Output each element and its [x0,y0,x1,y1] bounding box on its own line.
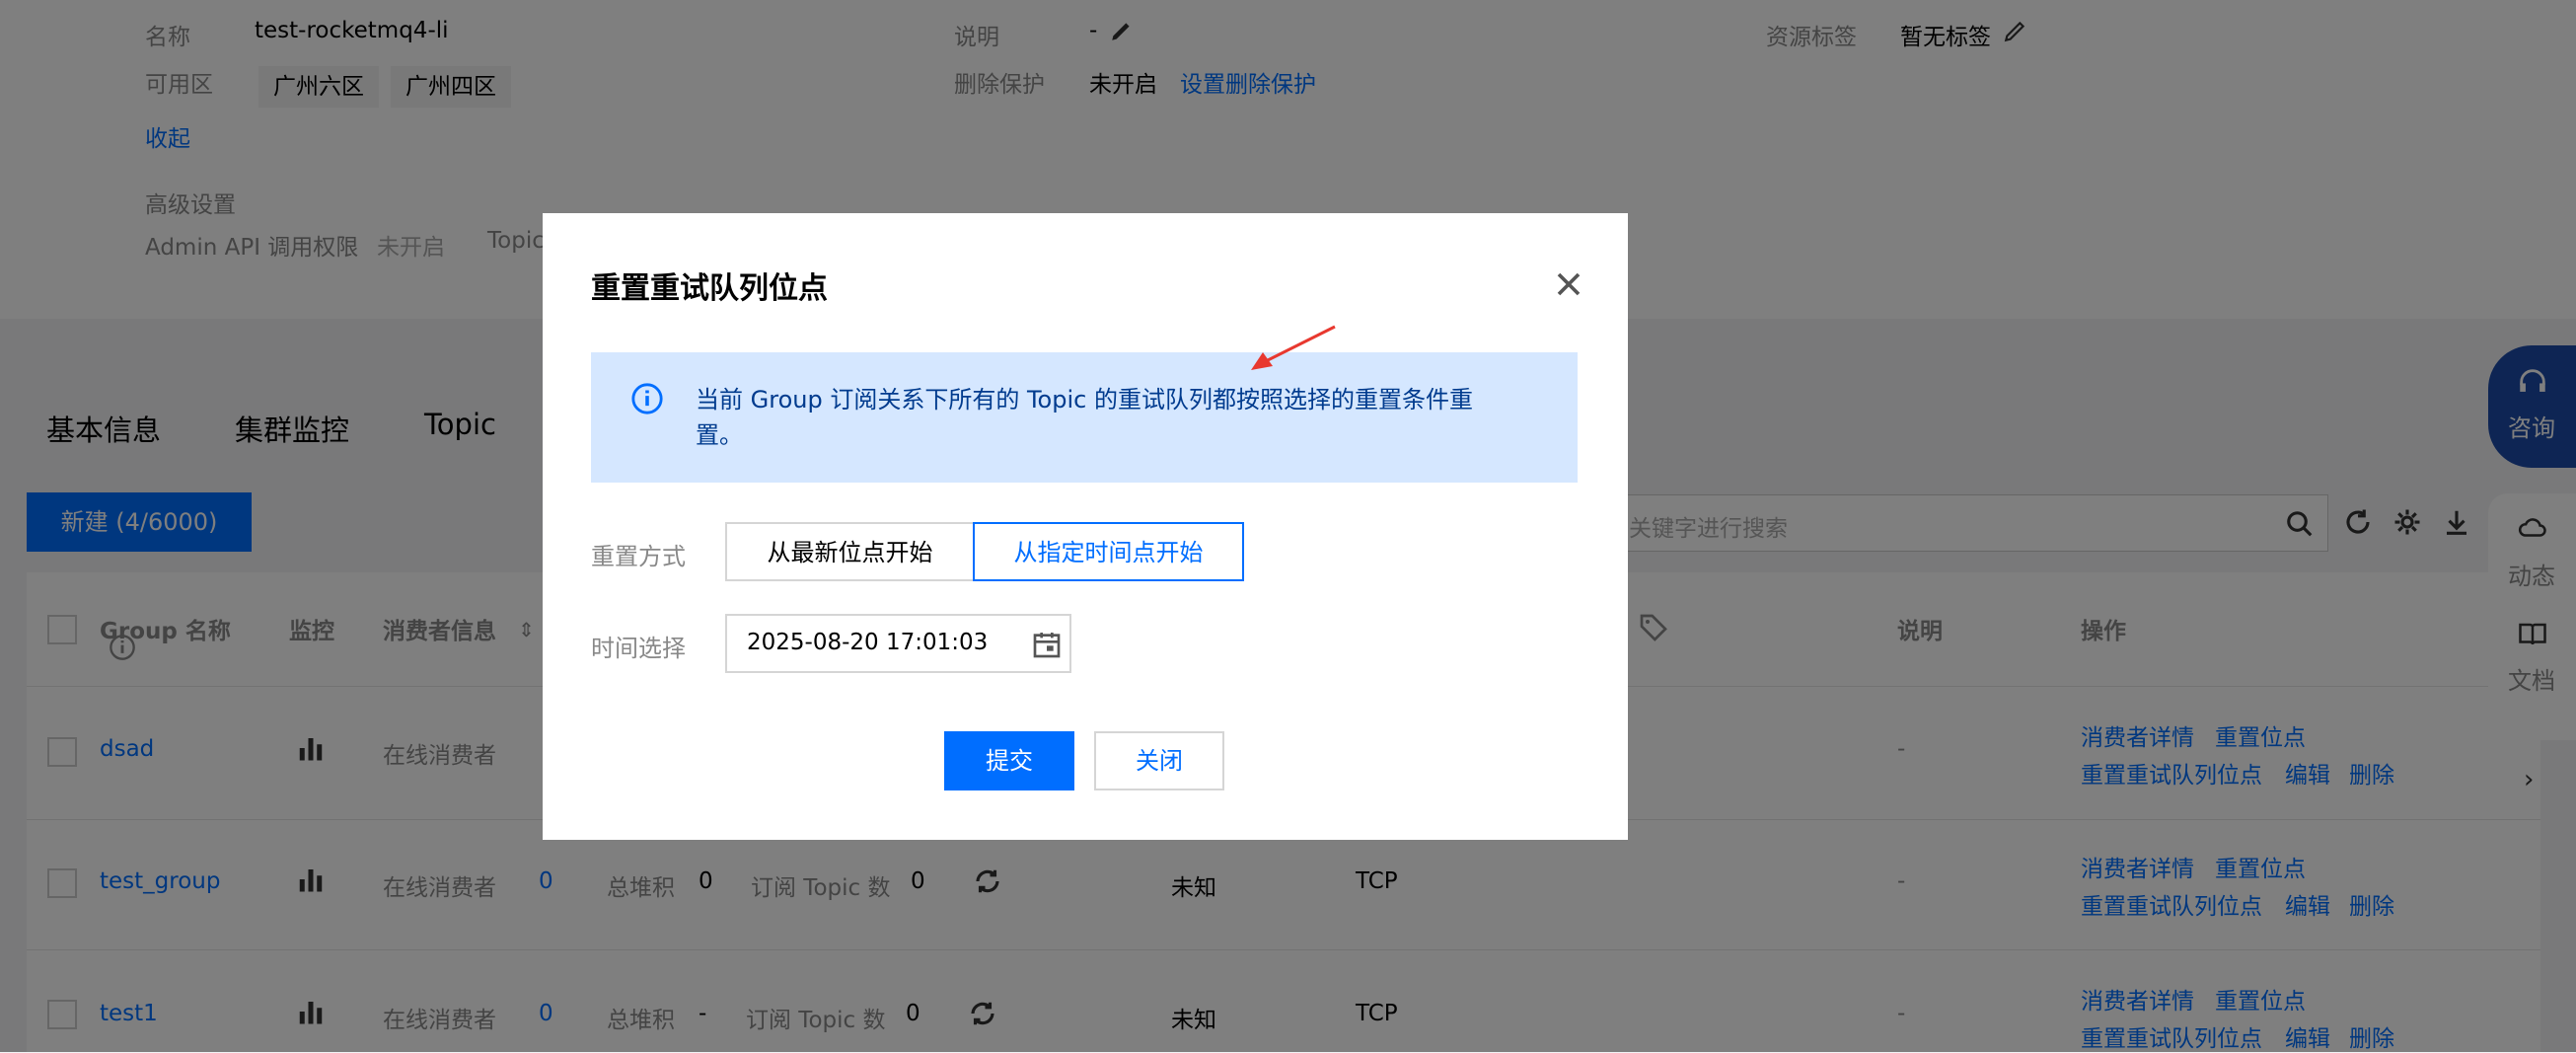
reset-mode-label: 重置方式 [591,543,686,570]
datetime-picker[interactable]: 2025-08-20 17:01:03 [725,614,1071,673]
calendar-icon[interactable] [1031,629,1063,664]
info-notice: 当前 Group 订阅关系下所有的 Topic 的重试队列都按照选择的重置条件重… [591,352,1578,483]
option-specified-time[interactable]: 从指定时间点开始 [973,522,1244,581]
notice-text: 当前 Group 订阅关系下所有的 Topic 的重试队列都按照选择的重置条件重… [696,386,1473,449]
dialog-title: 重置重试队列位点 [591,271,828,306]
reset-retry-offset-dialog: 重置重试队列位点 当前 Group 订阅关系下所有的 Topic 的重试队列都按… [543,213,1628,840]
close-icon[interactable] [1549,264,1588,304]
annotation-arrow-icon [1248,325,1337,378]
datetime-value: 2025-08-20 17:01:03 [747,630,989,655]
info-icon [630,382,664,419]
submit-button[interactable]: 提交 [944,731,1074,790]
option-latest-offset[interactable]: 从最新位点开始 [725,522,975,581]
time-select-label: 时间选择 [591,635,686,662]
close-button[interactable]: 关闭 [1094,731,1224,790]
